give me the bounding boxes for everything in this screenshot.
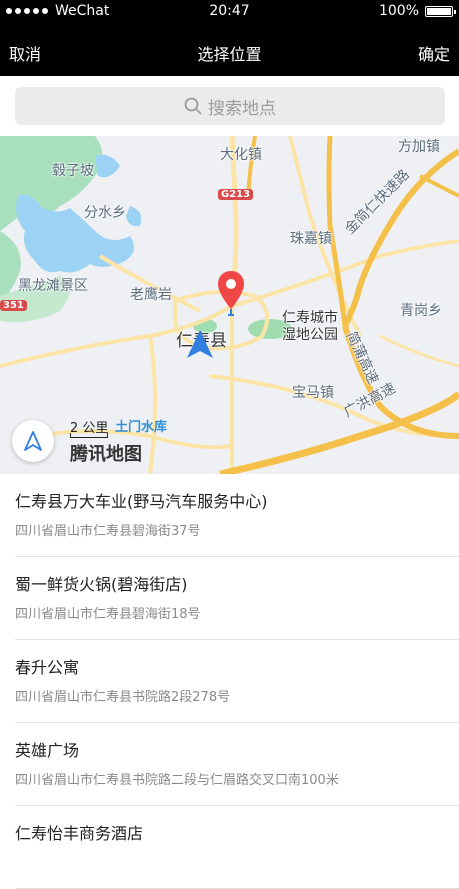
- place-name: 英雄广场: [15, 741, 80, 760]
- place-name: 仁寿怡丰商务酒店: [15, 824, 144, 843]
- map-label: 大化镇: [220, 147, 262, 163]
- search-icon: [184, 97, 202, 115]
- highway-shield: G213: [218, 189, 254, 200]
- battery-percent: 100%: [378, 3, 419, 19]
- search-input[interactable]: 搜索地点: [15, 87, 445, 125]
- map-label: 黑龙滩景区: [18, 278, 88, 294]
- map-label: 毂子坡: [52, 163, 94, 179]
- place-address: 四川省眉山市仁寿县碧海街37号: [15, 524, 201, 539]
- list-item[interactable]: 蜀一鲜货火锅(碧海街店) 四川省眉山市仁寿县碧海街18号: [15, 557, 459, 640]
- confirm-button[interactable]: 确定: [418, 41, 450, 65]
- map-label: 宝马镇: [292, 385, 334, 401]
- scale-bar: [70, 433, 108, 438]
- map-label: 珠嘉镇: [290, 231, 332, 247]
- nav-bar: 取消 选择位置 确定: [0, 24, 459, 76]
- list-item[interactable]: 英雄广场 四川省眉山市仁寿县书院路二段与仁眉路交叉口南100米: [15, 723, 459, 806]
- map-label: 老鹰岩: [130, 287, 172, 303]
- status-bar: WeChat 20:47 100%: [0, 0, 459, 24]
- place-name: 蜀一鲜货火锅(碧海街店): [15, 575, 188, 594]
- page-title: 选择位置: [197, 45, 262, 64]
- map-label: 青岗乡: [400, 303, 442, 319]
- navigation-arrow-icon: [24, 431, 42, 451]
- location-pin-icon: [218, 271, 244, 316]
- map-label: 方加镇: [398, 139, 440, 155]
- list-item[interactable]: 仁寿县万大车业(野马汽车服务中心) 四川省眉山市仁寿县碧海街37号: [15, 474, 459, 557]
- map-label: 仁寿城市湿地公园: [282, 310, 338, 343]
- map-label: 分水乡: [84, 205, 126, 221]
- list-item[interactable]: 春升公寓 四川省眉山市仁寿县书院路2段278号: [15, 640, 459, 723]
- map-poi-label: 土门水库: [115, 420, 168, 435]
- place-address: 四川省眉山市仁寿县碧海街18号: [15, 607, 201, 622]
- locate-me-button[interactable]: [12, 420, 54, 462]
- map-view[interactable]: 大化镇 方加镇 毂子坡 分水乡 珠嘉镇 黑龙滩景区 老鹰岩 仁寿县 仁寿城市湿地…: [0, 136, 459, 474]
- list-item[interactable]: 仁寿怡丰商务酒店: [15, 806, 459, 889]
- highway-shield: 351: [0, 300, 27, 311]
- battery-icon: [425, 5, 456, 17]
- place-address: 四川省眉山市仁寿县书院路2段278号: [15, 690, 231, 705]
- place-name: 仁寿县万大车业(野马汽车服务中心): [15, 492, 268, 511]
- search-area: 搜索地点: [0, 76, 459, 136]
- map-brand-logo: 腾讯地图: [70, 444, 142, 465]
- current-position-arrow-icon: [187, 330, 213, 358]
- place-address: 四川省眉山市仁寿县书院路二段与仁眉路交叉口南100米: [15, 773, 339, 788]
- place-name: 春升公寓: [15, 658, 80, 677]
- search-placeholder: 搜索地点: [208, 98, 276, 119]
- place-list: 仁寿县万大车业(野马汽车服务中心) 四川省眉山市仁寿县碧海街37号 蜀一鲜货火锅…: [0, 474, 459, 889]
